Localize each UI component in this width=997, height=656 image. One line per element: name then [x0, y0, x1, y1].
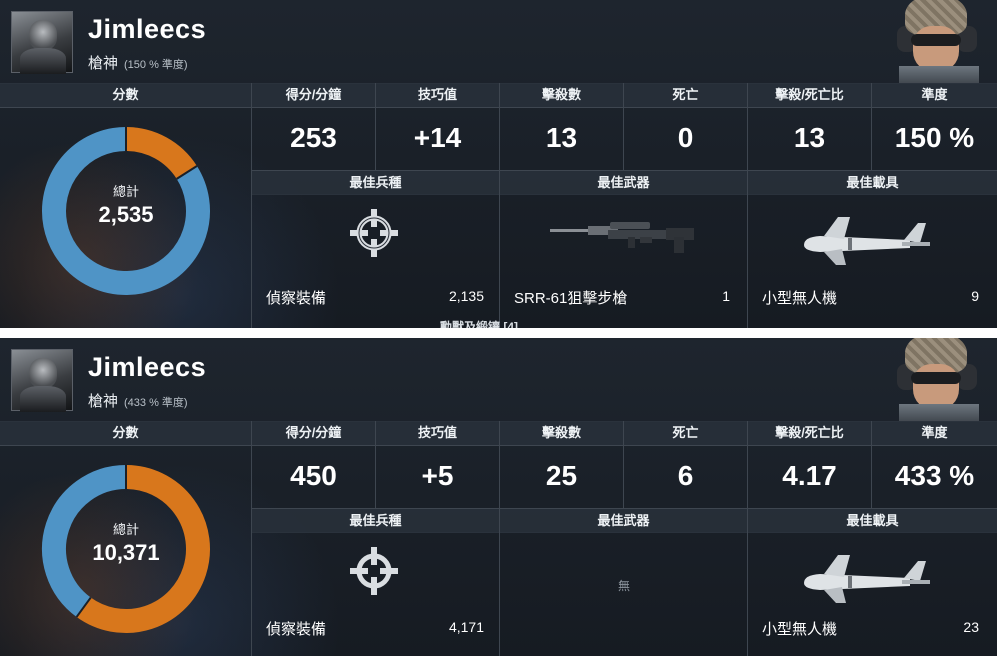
- stat-value-kills: 13: [545, 122, 578, 153]
- stat-label-kdr: 擊殺/死亡比: [748, 83, 871, 107]
- best-weapon-name[interactable]: SRR-61狙擊步槍: [514, 287, 627, 308]
- best-vehicle-kills: 9: [971, 288, 979, 304]
- medals-section-header[interactable]: 勳獸及緞镶 [4]: [440, 318, 518, 328]
- score-total: 總計 2,535: [51, 181, 201, 228]
- rank-title: 槍神: [88, 55, 119, 72]
- stat-label-skill: 技巧值: [376, 421, 499, 445]
- stat-value-kdr: 13: [793, 122, 826, 153]
- crosshair-icon: [350, 209, 398, 257]
- stat-value-score-per-min: 450: [290, 460, 337, 491]
- player-report-panel-2: Jimleecs 槍神 (433 % 準度) 分數 總計 10,371 得分/分鐘…: [0, 338, 997, 656]
- stat-label-deaths: 死亡: [624, 83, 747, 107]
- stat-label-score-per-min: 得分/分鐘: [252, 421, 375, 445]
- player-name[interactable]: Jimleecs: [88, 14, 206, 45]
- best-vehicle-kills: 23: [963, 619, 979, 635]
- crosshair-icon: [350, 547, 398, 595]
- rank-accuracy-note: (150 % 準度): [124, 59, 188, 71]
- player-rank: 槍神 (433 % 準度): [88, 390, 188, 411]
- soldier-portrait: [885, 338, 991, 421]
- best-weapon-header: 最佳武器: [500, 171, 747, 195]
- best-class-header: 最佳兵種: [252, 509, 499, 533]
- stat-value-accuracy: 150 %: [894, 122, 975, 153]
- drone-icon: [804, 555, 930, 603]
- donut-segment-orange: [125, 127, 197, 180]
- player-header: Jimleecs 槍神 (150 % 準度): [0, 0, 997, 83]
- best-class-score: 4,171: [448, 619, 484, 635]
- rifle-icon: [550, 222, 694, 253]
- player-report-panel-1: Jimleecs 槍神 (150 % 準度) 分數 總計 2,535 得分/分鐘: [0, 0, 997, 328]
- player-name[interactable]: Jimleecs: [88, 352, 206, 383]
- stat-value-skill: +14: [413, 122, 462, 153]
- stat-label-accuracy: 準度: [872, 83, 997, 107]
- best-vehicle-header: 最佳載具: [748, 171, 997, 195]
- stat-value-kills: 25: [545, 460, 578, 491]
- drone-icon: [804, 217, 930, 265]
- stat-value-kdr: 4.17: [782, 460, 837, 491]
- best-class-name[interactable]: 偵察裝備: [266, 618, 326, 639]
- score-header: 分數: [0, 421, 251, 445]
- player-header: Jimleecs 槍神 (433 % 準度): [0, 338, 997, 421]
- best-class-header: 最佳兵種: [252, 171, 499, 195]
- best-weapon-none: 無: [617, 579, 630, 593]
- stat-value-skill: +5: [421, 460, 454, 491]
- stat-value-accuracy: 433 %: [894, 460, 975, 491]
- stat-label-score-per-min: 得分/分鐘: [252, 83, 375, 107]
- score-total-label: 總計: [112, 522, 139, 537]
- best-vehicle-name[interactable]: 小型無人機: [762, 618, 837, 639]
- player-avatar[interactable]: [11, 11, 73, 74]
- score-total-label: 總計: [112, 184, 139, 199]
- best-class-score: 2,135: [448, 288, 484, 304]
- best-class-name[interactable]: 偵察裝備: [266, 287, 326, 308]
- rank-title: 槍神: [88, 393, 119, 410]
- best-vehicle-name[interactable]: 小型無人機: [762, 287, 837, 308]
- best-vehicle-header: 最佳載具: [748, 509, 997, 533]
- score-total-value: 2,535: [98, 202, 154, 227]
- stat-value-deaths: 0: [677, 122, 694, 153]
- stat-label-accuracy: 準度: [872, 421, 997, 445]
- score-header: 分數: [0, 83, 251, 107]
- score-total: 總計 10,371: [51, 519, 201, 566]
- stat-label-kills: 擊殺數: [500, 83, 623, 107]
- rank-accuracy-note: (433 % 準度): [124, 397, 188, 409]
- soldier-portrait: [885, 0, 991, 83]
- player-avatar[interactable]: [11, 349, 73, 412]
- best-weapon-kills: 1: [722, 288, 730, 304]
- stat-label-skill: 技巧值: [376, 83, 499, 107]
- stat-label-kills: 擊殺數: [500, 421, 623, 445]
- stat-label-deaths: 死亡: [624, 421, 747, 445]
- best-weapon-header: 最佳武器: [500, 509, 747, 533]
- score-total-value: 10,371: [92, 540, 160, 565]
- stat-label-kdr: 擊殺/死亡比: [748, 421, 871, 445]
- stat-value-score-per-min: 253: [290, 122, 337, 153]
- stat-value-deaths: 6: [677, 460, 694, 491]
- player-rank: 槍神 (150 % 準度): [88, 52, 188, 73]
